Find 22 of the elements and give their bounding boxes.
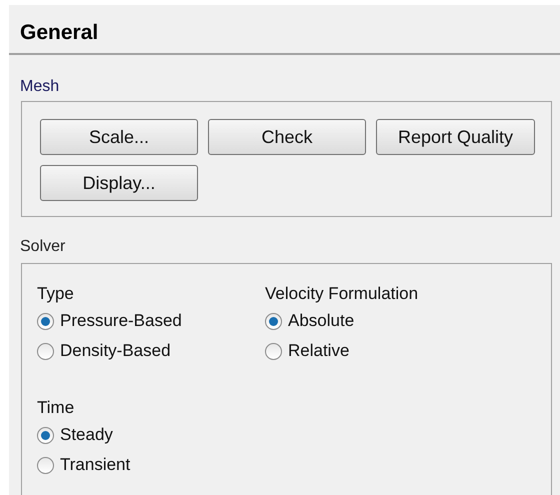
radio-button[interactable]: [37, 456, 54, 474]
radio-label: Relative: [288, 340, 350, 362]
group-label: Velocity Formulation: [265, 283, 418, 305]
radio-label: Steady: [60, 424, 113, 446]
radio-label: Density-Based: [60, 340, 171, 362]
radio-label: Pressure-Based: [60, 310, 182, 332]
radio-button[interactable]: [265, 312, 282, 330]
radio-button[interactable]: [37, 312, 54, 330]
radio-button[interactable]: [265, 342, 282, 360]
mesh-button[interactable]: Display...: [40, 165, 198, 201]
group-label: Type: [37, 283, 74, 305]
radio-button[interactable]: [37, 426, 54, 444]
group-label: Time: [37, 397, 74, 419]
mesh-button[interactable]: Check: [208, 119, 366, 155]
panel-title: General: [20, 21, 98, 44]
radio-label: Transient: [60, 454, 130, 476]
radio-label: Absolute: [288, 310, 354, 332]
section-label: Mesh: [20, 78, 60, 95]
mesh-button[interactable]: Scale...: [40, 119, 198, 155]
mesh-button[interactable]: Report Quality: [376, 119, 535, 155]
section-label: Solver: [20, 238, 66, 255]
radio-button[interactable]: [37, 342, 54, 360]
